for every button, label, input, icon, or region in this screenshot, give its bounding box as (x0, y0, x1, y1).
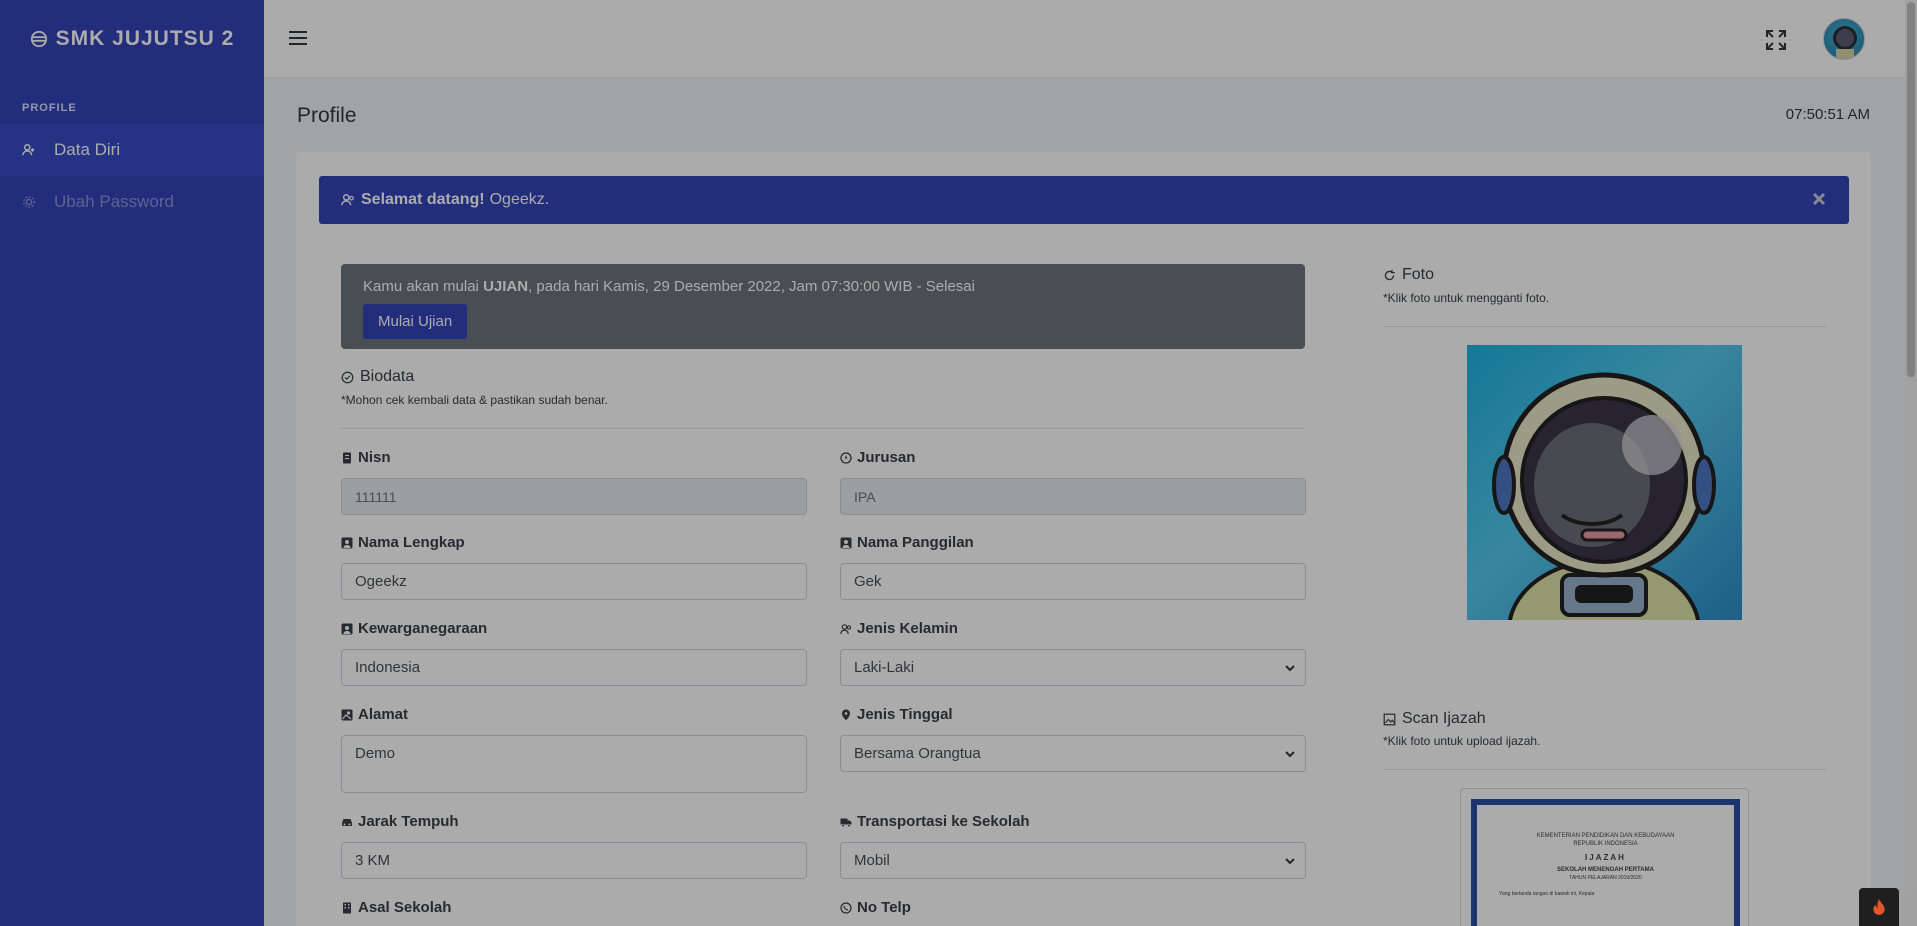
image-icon (1383, 713, 1396, 725)
welcome-name: Ogeekz. (489, 191, 550, 208)
car-icon (342, 818, 352, 826)
ijazah-divider (1383, 769, 1826, 770)
ijazah-title: Scan Ijazah (1383, 710, 1486, 728)
nisn-field[interactable]: 111111 (341, 478, 807, 515)
sidebar-heading: PROFILE (22, 102, 77, 114)
page-title: Profile (297, 104, 357, 127)
ijazah-doc-title: IJAZAH (1585, 853, 1626, 862)
chevron-down-icon (1285, 665, 1295, 672)
fullscreen-icon[interactable] (1764, 28, 1788, 52)
nama-panggilan-label: Nama Panggilan (840, 534, 974, 551)
astronaut-avatar-icon (1833, 26, 1857, 59)
scrollbar-thumb[interactable] (1907, 2, 1915, 377)
start-exam-button[interactable]: Mulai Ujian (363, 304, 468, 339)
whatsapp-icon (840, 901, 852, 914)
sidebar-item-label: Data Diri (54, 140, 121, 159)
fire-button[interactable] (1859, 888, 1899, 926)
jurusan-field[interactable]: IPA (840, 478, 1306, 515)
user-icon (22, 144, 35, 156)
ijazah-line2: REPUBLIK INDONESIA (1573, 841, 1638, 847)
jenis-tinggal-select[interactable]: Bersama Orangtua (840, 735, 1306, 772)
ijazah-line1: KEMENTERIAN PENDIDIKAN DAN KEBUDAYAAN (1536, 833, 1675, 839)
users-icon (840, 623, 852, 634)
sidebar: SMK JUJUTSU 2 PROFILE Data Diri Ubah Pas… (0, 0, 264, 926)
jarak-tempuh-field[interactable]: 3 KM (341, 842, 807, 879)
sidebar-item-label: Ubah Password (54, 192, 175, 211)
astronaut-photo-icon (1492, 372, 1716, 620)
brand-name: SMK JUJUTSU 2 (55, 27, 235, 50)
exam-message: Kamu akan mulai UJIAN, pada hari Kamis, … (363, 278, 975, 295)
brand[interactable]: SMK JUJUTSU 2 (0, 0, 264, 78)
clock: 07:50:51 AM (1785, 106, 1870, 123)
transportasi-value: Mobil (854, 852, 890, 869)
jenis-tinggal-value: Bersama Orangtua (854, 745, 981, 762)
transportasi-select[interactable]: Mobil (840, 842, 1306, 879)
user-square-icon (341, 623, 353, 634)
alamat-label: Alamat (341, 706, 408, 723)
welcome-greeting: Selamat datang! (361, 191, 485, 208)
building-icon (343, 902, 351, 913)
transportasi-label: Transportasi ke Sekolah (840, 813, 1030, 830)
asal-sekolah-label: Asal Sekolah (341, 899, 451, 916)
users-icon (341, 194, 354, 206)
alamat-textarea[interactable]: Demo (341, 735, 807, 793)
ijazah-image[interactable]: KEMENTERIAN PENDIDIKAN DAN KEBUDAYAAN RE… (1460, 788, 1749, 926)
foto-note: *Klik foto untuk mengganti foto. (1383, 291, 1550, 305)
topbar (264, 0, 1905, 78)
map-icon (341, 709, 353, 720)
jenis-kelamin-value: Laki-Laki (854, 659, 915, 676)
location-pin-icon (842, 709, 850, 720)
foto-title: Foto (1383, 266, 1434, 284)
ijazah-school: SEKOLAH MENENGAH PERTAMA (1557, 867, 1654, 873)
welcome-alert: Selamat datang! Ogeekz. (319, 176, 1849, 224)
biodata-divider (341, 428, 1305, 429)
jenis-tinggal-label: Jenis Tinggal (840, 706, 953, 723)
profile-photo[interactable] (1467, 345, 1742, 620)
fire-icon (1873, 899, 1885, 915)
globe-icon (30, 30, 47, 48)
sidebar-item-data-diri[interactable]: Data Diri (0, 124, 264, 176)
ijazah-document: KEMENTERIAN PENDIDIKAN DAN KEBUDAYAAN RE… (1471, 799, 1740, 926)
exam-alert: Kamu akan mulai UJIAN, pada hari Kamis, … (341, 264, 1305, 349)
refresh-icon (1384, 269, 1395, 280)
avatar[interactable] (1823, 18, 1865, 60)
chevron-down-icon (1285, 751, 1295, 758)
kewarganegaraan-field[interactable]: Indonesia (341, 649, 807, 686)
gear-icon (23, 196, 35, 208)
jenis-kelamin-select[interactable]: Laki-Laki (840, 649, 1306, 686)
chevron-down-icon (1285, 858, 1295, 865)
ijazah-year: TAHUN PELAJARAN 2019/2020 (1569, 875, 1642, 881)
foto-divider (1383, 326, 1826, 327)
biodata-note: *Mohon cek kembali data & pastikan sudah… (341, 393, 608, 407)
user-square-icon (341, 537, 353, 548)
jarak-tempuh-label: Jarak Tempuh (341, 813, 459, 830)
user-square-icon (840, 537, 852, 548)
nama-panggilan-field[interactable]: Gek (840, 563, 1306, 600)
compass-icon (840, 451, 852, 464)
close-icon[interactable] (1811, 191, 1827, 207)
no-telp-label: No Telp (840, 899, 911, 916)
nama-lengkap-field[interactable]: Ogeekz (341, 563, 807, 600)
nisn-label: Nisn (341, 449, 391, 466)
truck-icon (840, 818, 852, 827)
biodata-title: Biodata (341, 368, 414, 386)
ijazah-note: *Klik foto untuk upload ijazah. (1383, 734, 1541, 748)
jenis-kelamin-label: Jenis Kelamin (840, 620, 958, 637)
scrollbar[interactable] (1905, 0, 1917, 926)
kewarganegaraan-label: Kewarganegaraan (341, 620, 487, 637)
check-circle-icon (341, 371, 354, 383)
sidebar-item-ubah-password[interactable]: Ubah Password (0, 176, 264, 228)
nama-lengkap-label: Nama Lengkap (341, 534, 465, 551)
id-card-icon (343, 452, 351, 463)
menu-icon[interactable] (286, 26, 310, 50)
ijazah-body: Yang bertanda tangan di bawah ini, Kepal… (1499, 891, 1595, 897)
jurusan-label: Jurusan (840, 449, 915, 466)
